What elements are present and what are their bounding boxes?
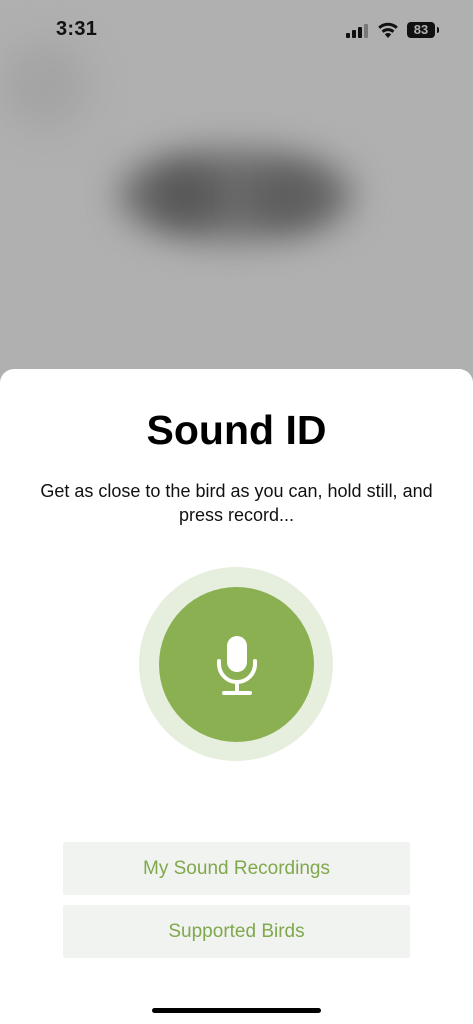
blurred-shape [150, 168, 220, 223]
wifi-icon [378, 22, 398, 38]
supported-birds-button[interactable]: Supported Birds [63, 905, 410, 958]
battery-nub [437, 27, 439, 33]
my-sound-recordings-button[interactable]: My Sound Recordings [63, 842, 410, 895]
status-time: 3:31 [56, 18, 98, 40]
status-bar: 3:31 83 [0, 0, 473, 62]
battery-icon: 83 [407, 22, 435, 38]
home-indicator[interactable] [152, 1008, 321, 1013]
microphone-icon [216, 635, 257, 695]
record-button[interactable] [159, 587, 314, 742]
signal-icon [346, 24, 370, 38]
blurred-shape [250, 172, 325, 222]
sound-id-sheet: Sound ID Get as close to the bird as you… [0, 369, 473, 1024]
page-title: Sound ID [146, 407, 327, 453]
instruction-text: Get as close to the bird as you can, hol… [40, 481, 433, 525]
